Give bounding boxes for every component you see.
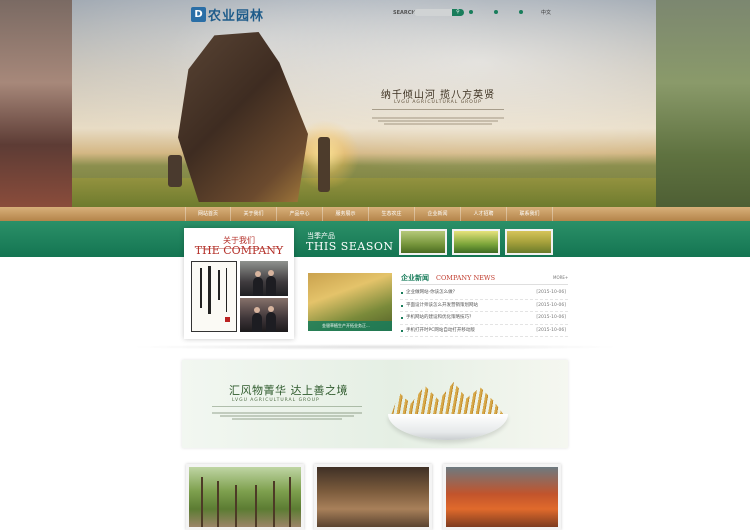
- news-item[interactable]: 手机打开时PC网站自动打开移动版 [2015-10-06]: [400, 325, 568, 337]
- nav-item-services[interactable]: 服务展示: [323, 207, 369, 221]
- news-date: [2015-10-06]: [536, 302, 566, 308]
- season-product-thumb[interactable]: [399, 229, 447, 255]
- season-product-thumb[interactable]: [505, 229, 553, 255]
- divider: [212, 406, 362, 407]
- calligraphy-image: [191, 261, 237, 332]
- news-title-cn: 企业新闻: [401, 274, 429, 282]
- news-date: [2015-10-06]: [536, 290, 566, 295]
- wheat-image: [390, 382, 506, 418]
- hero-slogan: 纳千倾山河 揽八方英贤: [380, 90, 496, 101]
- bowl-image: [388, 414, 508, 440]
- search-label: SEARCH: [393, 10, 416, 16]
- divider: [400, 284, 568, 285]
- small-stone-image: [318, 137, 330, 192]
- about-card: 关于我们 THE COMPANY: [184, 228, 294, 339]
- hero-side-image-left: [0, 0, 72, 207]
- news-feature-caption[interactable]: 金银草植生产开拓业务正...: [308, 321, 392, 331]
- news-title-en: COMPANY NEWS: [436, 274, 496, 282]
- season-product-thumb[interactable]: [452, 229, 500, 255]
- section-shadow: [128, 344, 622, 350]
- nav-item-about[interactable]: 关于我们: [231, 207, 277, 221]
- news-item[interactable]: 企业做网站-你该怎么做？ [2015-10-06]: [400, 287, 568, 300]
- nav-item-home[interactable]: 网站首页: [185, 207, 231, 221]
- nav-item-jobs[interactable]: 人才招聘: [461, 207, 507, 221]
- search-button[interactable]: ⚲: [452, 9, 464, 16]
- nav-item-products[interactable]: 产品中心: [277, 207, 323, 221]
- site-logo[interactable]: D 农业园林: [191, 5, 269, 24]
- news-item[interactable]: 平面设计师该怎么开发营销策划网站 [2015-10-06]: [400, 300, 568, 312]
- nav-item-contact[interactable]: 联系我们: [507, 207, 553, 221]
- news-more-link[interactable]: MORE+: [553, 275, 568, 280]
- about-title-en: THE COMPANY: [194, 244, 284, 257]
- nav-item-farm[interactable]: 生态农庄: [369, 207, 415, 221]
- top-link-favorite[interactable]: [494, 10, 500, 14]
- forest-photo[interactable]: [186, 464, 304, 530]
- search-icon: ⚲: [456, 9, 460, 15]
- hero-banner: D 农业园林 SEARCH ⚲ 中文 纳千倾山河 揽八方英贤 LVGU AGRI…: [0, 0, 750, 207]
- news-list: 企业做网站-你该怎么做？ [2015-10-06] 平面设计师该怎么开发营销策划…: [400, 287, 568, 337]
- news-date: [2015-10-06]: [536, 315, 566, 320]
- logo-mark-icon: D: [191, 6, 206, 22]
- divider: [372, 109, 504, 110]
- page: D 农业园林 SEARCH ⚲ 中文 纳千倾山河 揽八方英贤 LVGU AGRI…: [0, 0, 750, 530]
- season-title-en: THIS SEASON: [306, 240, 394, 253]
- small-stone-image: [168, 155, 182, 187]
- top-link-contact[interactable]: [519, 10, 523, 14]
- home-icon: [469, 10, 473, 14]
- logo-text: 农业园林: [208, 8, 265, 24]
- nav-item-news[interactable]: 企业新闻: [415, 207, 461, 221]
- banner-fine-print: [212, 411, 362, 421]
- hero-sky: [72, 0, 656, 207]
- banner-title-cn: 汇风物菁华 达上善之境: [229, 384, 348, 397]
- banner-title-en: LVGU AGRICULTURAL GROUP: [232, 398, 320, 403]
- promo-banner[interactable]: 汇风物菁华 达上善之境 LVGU AGRICULTURAL GROUP: [182, 360, 568, 448]
- executive-photo[interactable]: [240, 298, 288, 332]
- seafood-photo[interactable]: [443, 464, 561, 530]
- search-input[interactable]: [414, 9, 454, 16]
- language-switch[interactable]: 中文: [541, 9, 551, 16]
- contact-icon: [519, 10, 523, 14]
- hero-slogan-en: LVGU AGRICULTURAL GROUP: [394, 100, 482, 105]
- top-link-home[interactable]: [469, 10, 475, 14]
- news-item[interactable]: 手机网站的建设和优化策略技巧？ [2015-10-06]: [400, 312, 568, 325]
- hero-side-image-right: [656, 0, 750, 207]
- news-date: [2015-10-06]: [536, 327, 566, 333]
- hero-field: [72, 178, 656, 207]
- news-feature-image[interactable]: 金银草植生产开拓业务正...: [308, 273, 392, 331]
- main-nav: 网站首页 关于我们 产品中心 服务展示 生态农庄 企业新闻 人才招聘 联系我们: [0, 207, 750, 221]
- hero-fine-print: [366, 116, 510, 126]
- executive-photo[interactable]: [240, 261, 288, 296]
- star-icon: [494, 10, 498, 14]
- poultry-photo[interactable]: [314, 464, 432, 530]
